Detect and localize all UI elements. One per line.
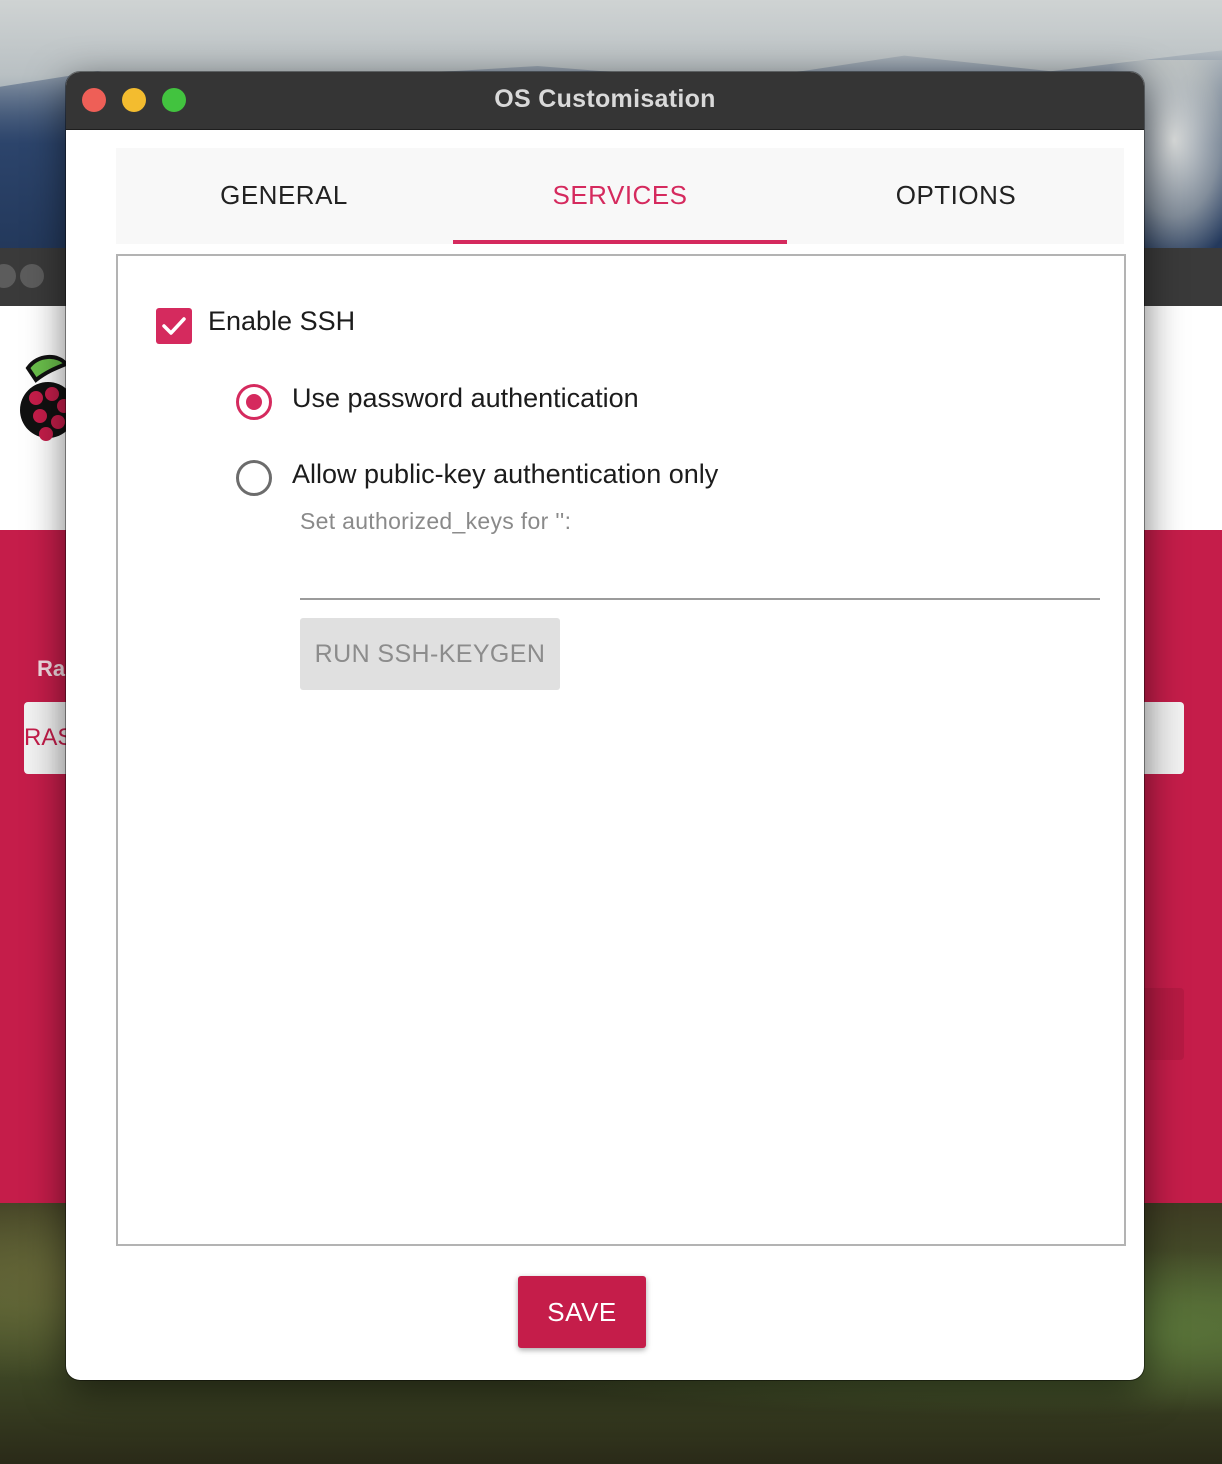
run-ssh-keygen-button[interactable]: RUN SSH-KEYGEN — [300, 618, 560, 690]
active-tab-indicator — [453, 240, 787, 244]
save-button[interactable]: SAVE — [518, 1276, 646, 1348]
background-traffic-light — [20, 264, 44, 288]
public-key-auth-label[interactable]: Allow public-key authentication only — [292, 459, 718, 490]
background-device-label: Ra — [37, 656, 66, 681]
tab-general[interactable]: GENERAL — [116, 148, 452, 244]
background-traffic-light — [0, 264, 16, 288]
password-auth-radio[interactable] — [236, 384, 272, 420]
settings-tab-bar: GENERAL SERVICES OPTIONS — [116, 148, 1124, 244]
enable-ssh-checkbox[interactable] — [156, 308, 192, 344]
public-key-auth-radio[interactable] — [236, 460, 272, 496]
authorized-keys-input[interactable] — [300, 546, 1100, 600]
dialog-titlebar: OS Customisation — [66, 72, 1144, 130]
enable-ssh-label[interactable]: Enable SSH — [208, 306, 355, 337]
authorized-keys-label: Set authorized_keys for '': — [300, 508, 572, 534]
password-auth-label[interactable]: Use password authentication — [292, 383, 639, 414]
tab-options[interactable]: OPTIONS — [788, 148, 1124, 244]
os-customisation-dialog: OS Customisation GENERAL SERVICES OPTION… — [66, 72, 1144, 1380]
tab-services[interactable]: SERVICES — [452, 148, 788, 244]
checkmark-icon — [162, 317, 186, 335]
window-title: OS Customisation — [494, 85, 716, 113]
services-panel: Enable SSH Use password authentication A… — [116, 254, 1126, 1246]
